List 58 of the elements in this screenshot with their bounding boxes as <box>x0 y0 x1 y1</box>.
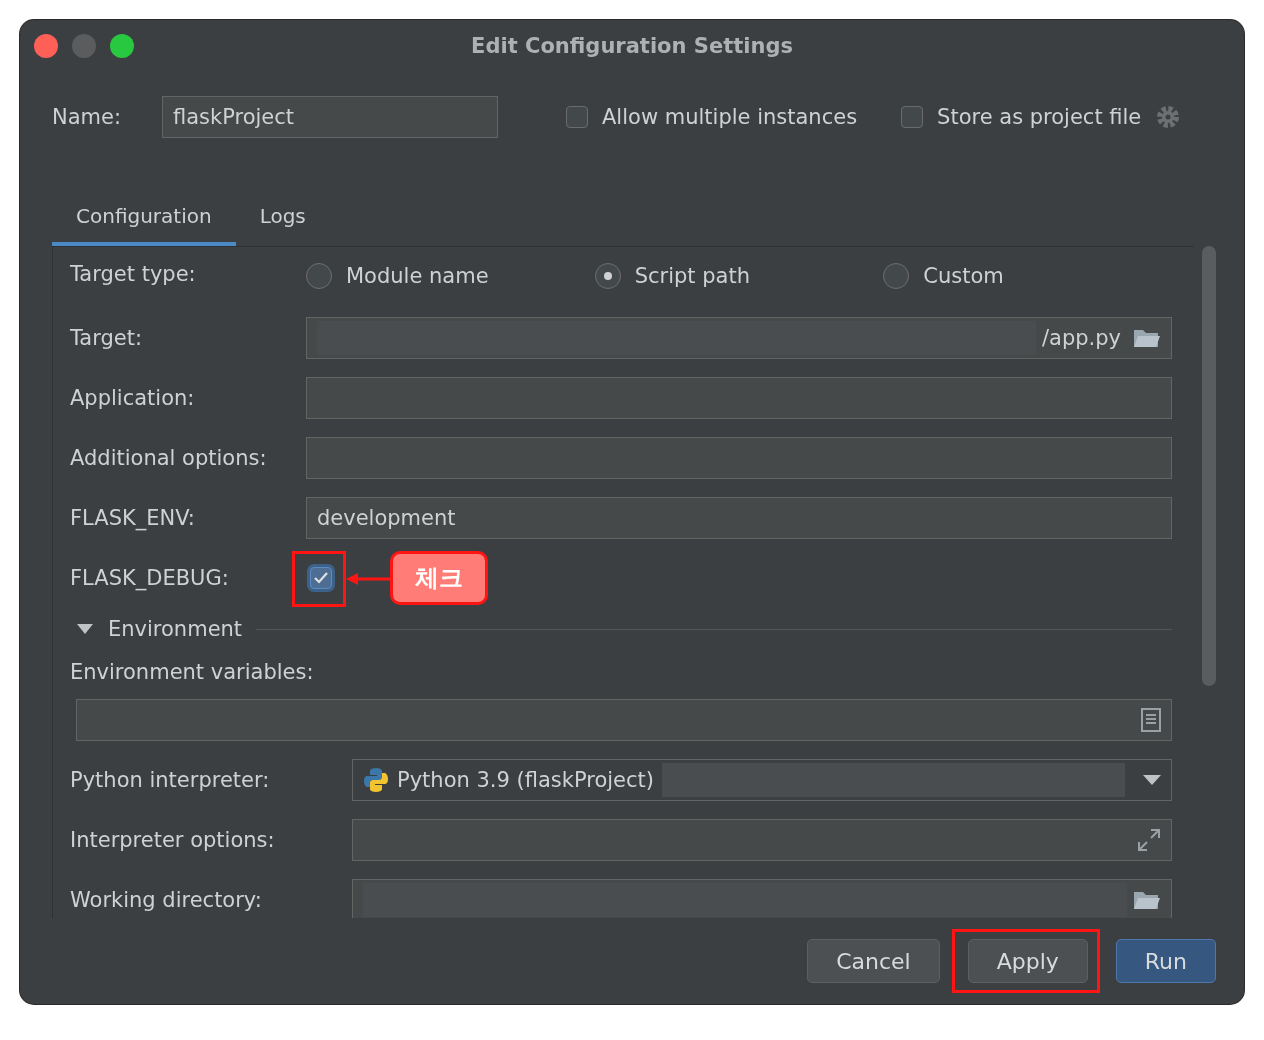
dialog-button[interactable]: Cancel <box>807 939 940 983</box>
field-label: Python interpreter: <box>70 767 271 794</box>
radio-button[interactable] <box>883 263 910 289</box>
settings-icon[interactable] <box>1155 104 1182 130</box>
radio-label: Module name <box>346 264 489 288</box>
checkbox-label: Allow multiple instances <box>602 105 858 129</box>
field-label: Additional options: <box>70 445 268 472</box>
section-title: Environment <box>108 617 243 641</box>
folder-icon[interactable] <box>1133 889 1161 911</box>
close-button[interactable] <box>34 34 58 58</box>
radio-label: Custom <box>923 264 1004 288</box>
field-label: FLASK_ENV: <box>70 505 196 533</box>
checkbox[interactable] <box>566 106 588 128</box>
folder-icon[interactable] <box>1133 327 1161 349</box>
dropdown-arrow-icon[interactable] <box>1143 775 1161 785</box>
radio-label: Script path <box>634 264 750 288</box>
text-field[interactable] <box>306 377 1172 419</box>
field-label: Target type: <box>70 261 197 288</box>
field-value: /app.py <box>1041 326 1121 350</box>
radio-button[interactable] <box>306 263 332 289</box>
arrow <box>346 573 390 585</box>
interpreter-dropdown[interactable]: Python 3.9 (flaskProject) <box>352 759 1172 801</box>
window-title: Edit Configuration Settings <box>471 34 793 58</box>
python-icon <box>363 767 389 793</box>
tab[interactable]: Configuration <box>52 204 236 246</box>
dialog-button[interactable]: Apply <box>967 939 1088 983</box>
tab[interactable]: Logs <box>235 204 330 246</box>
text-field[interactable] <box>306 437 1172 479</box>
path-field[interactable]: /app.py <box>306 317 1172 359</box>
scrollbar[interactable] <box>1202 246 1216 686</box>
radio-button[interactable] <box>594 263 621 289</box>
collapse-icon[interactable] <box>76 623 94 635</box>
expand-icon[interactable] <box>1137 828 1161 852</box>
text-field[interactable]: development <box>306 497 1172 539</box>
name-field[interactable]: flaskProject <box>162 96 498 138</box>
field-value: flaskProject <box>173 105 295 129</box>
zoom-button[interactable] <box>110 34 134 58</box>
text-field[interactable] <box>352 819 1172 861</box>
field-label: Target: <box>70 325 144 352</box>
highlight-frame <box>292 551 346 607</box>
checkbox[interactable] <box>310 567 332 589</box>
name-label: Name: <box>52 105 123 129</box>
path-field[interactable] <box>352 879 1172 918</box>
run-button[interactable]: Run <box>1115 939 1216 983</box>
field-label: Working directory: <box>70 887 263 914</box>
field-label: Interpreter options: <box>70 827 276 854</box>
checkbox[interactable] <box>901 106 924 128</box>
minimize-button[interactable] <box>72 34 96 58</box>
checkmark-icon <box>313 571 329 585</box>
field-value: Python 3.9 (flaskProject) <box>397 768 654 792</box>
checkbox-label: Store as project file <box>937 105 1142 129</box>
field-label: Environment variables: <box>70 659 314 685</box>
field-label: FLASK_DEBUG: <box>70 565 230 593</box>
env-field[interactable] <box>76 699 1172 741</box>
field-label: Application: <box>70 385 196 412</box>
document-icon[interactable] <box>1141 708 1161 732</box>
field-value: development <box>317 506 456 530</box>
callout-label: 체크 <box>390 551 488 605</box>
